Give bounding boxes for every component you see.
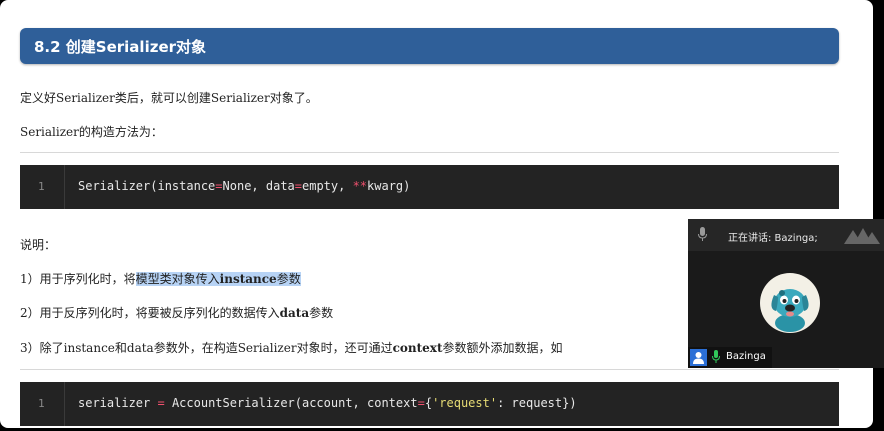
user-icon [690,349,707,366]
code-token: : request}) [497,396,577,410]
intro-paragraph: 定义好Serializer类后，就可以创建Serializer对象了。 [20,91,318,105]
code-gutter: 1 [20,165,65,209]
speaking-indicator: 正在讲话: Bazinga; [728,233,818,244]
code-block-constructor: 1 Serializer(instance=None, data=empty, … [20,165,839,209]
participant-name: Bazinga [726,351,766,362]
code-token: { [424,396,433,410]
section-heading: 8.2 创建Serializer对象 [34,38,207,56]
code-operator: ** [352,179,368,193]
note-text: 3）除了instance和data参数外，在构造Serializer对象时，还可… [20,341,393,355]
note-item-1: 1）用于序列化时，将模型类对象传入instance参数 [20,270,301,287]
code-token: serializer [78,396,158,410]
mic-active-icon [712,350,720,363]
note-item-2: 2）用于反序列化时，将要被反序列化的数据传入data参数 [20,304,333,321]
note-text: 1）用于序列化时，将 [20,272,136,286]
participant-name-tag: Bazinga [688,347,772,368]
code-operator: = [294,179,302,193]
notes-title: 说明： [20,238,57,252]
code-token: Serializer(instance [78,179,216,193]
video-call-panel[interactable]: 正在讲话: Bazinga; Bazinga [688,219,884,368]
code-operator: = [157,396,165,410]
app-logo-icon [844,228,880,244]
note-item-3: 3）除了instance和data参数外，在构造Serializer对象时，还可… [20,339,563,356]
code-line[interactable]: Serializer(instance=None, data=empty, **… [78,179,410,193]
code-line[interactable]: serializer = AccountSerializer(account, … [78,396,577,410]
note-text: 模型类对象传入 [135,272,220,286]
code-token: None, data [222,179,295,193]
note-bold: context [392,341,443,355]
code-string: 'request' [432,396,498,410]
line-number: 1 [38,180,45,193]
video-top-bar: 正在讲话: Bazinga; [688,219,884,251]
divider [20,369,839,370]
note-bold: instance [219,272,277,286]
avatar [760,273,820,333]
note-text: 参数 [309,306,334,320]
code-token: AccountSerializer(account, context [164,396,418,410]
code-operator: = [215,179,223,193]
code-token: kwarg) [367,179,411,193]
section-heading-banner: 8.2 创建Serializer对象 [20,28,839,64]
code-token: empty, [302,179,353,193]
mic-icon[interactable] [698,227,707,242]
note-text: 2）用于反序列化时，将要被反序列化的数据传入 [20,306,280,320]
code-gutter: 1 [20,382,65,426]
line-number: 1 [38,397,45,410]
note-bold: data [279,306,310,320]
code-operator: = [417,396,425,410]
note-text: 参数 [276,272,301,286]
divider [20,152,839,153]
selected-text[interactable]: 模型类对象传入instance参数 [135,272,301,286]
constructor-intro: Serializer的构造方法为： [20,125,163,139]
dog-avatar-icon [760,273,820,333]
code-block-example: 1 serializer = AccountSerializer(account… [20,382,839,426]
note-text: 参数额外添加数据，如 [442,341,563,355]
